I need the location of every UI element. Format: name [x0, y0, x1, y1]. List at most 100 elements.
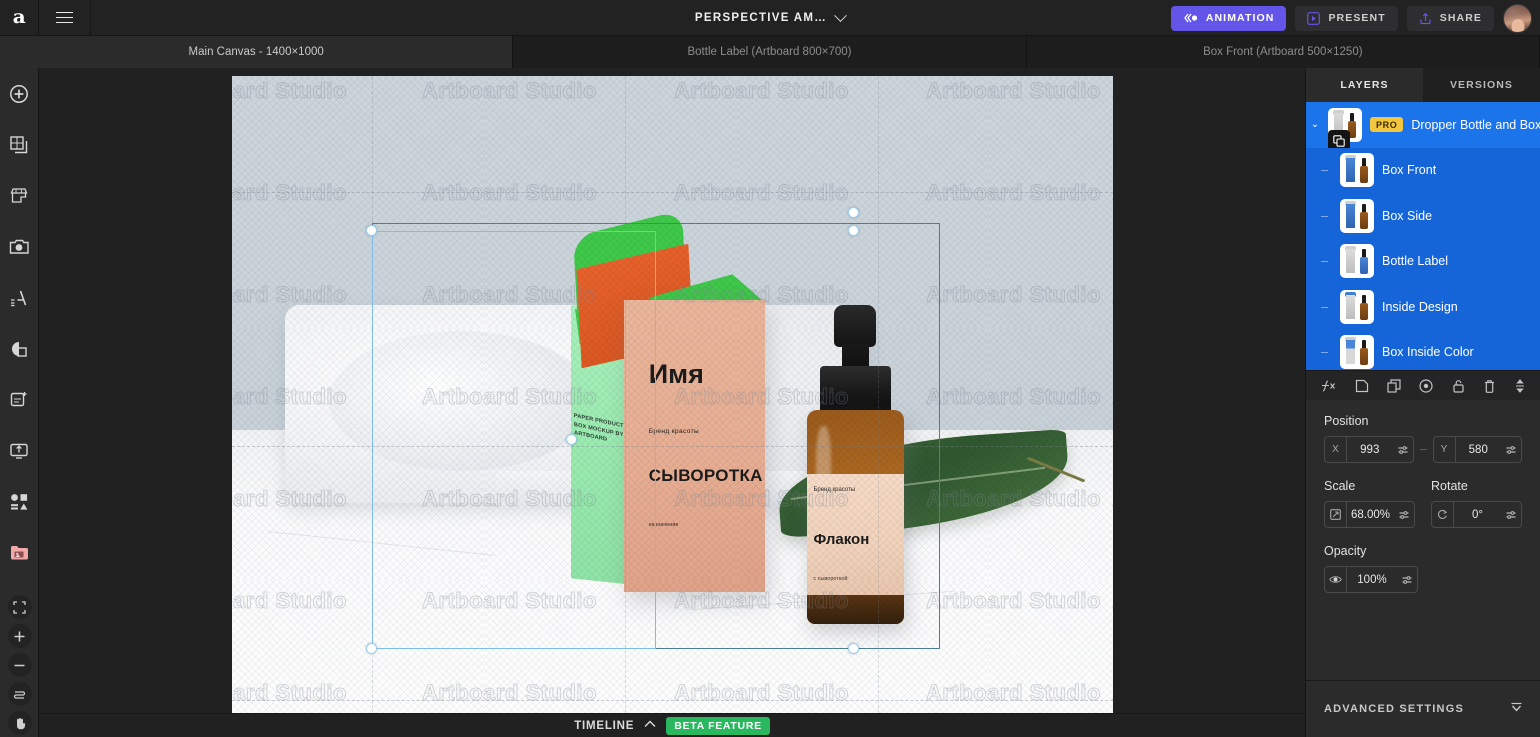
artboard-tab-strip: Main Canvas - 1400×1000 Bottle Label (Ar…	[0, 36, 1540, 68]
present-button[interactable]: PRESENT	[1295, 5, 1398, 31]
sidebar-item-new-page[interactable]	[0, 374, 39, 425]
layer-row[interactable]: Bottle Label	[1306, 238, 1540, 284]
tab-bottle-label[interactable]: Bottle Label (Artboard 800×700)	[513, 36, 1027, 68]
selection-handle-bottom-left[interactable]	[366, 643, 377, 654]
animation-button[interactable]: ANIMATION	[1170, 5, 1287, 31]
layers-list[interactable]: ⌄ PRO Dropper Bottle and Box Box Front B…	[1306, 102, 1540, 370]
zoom-out-button[interactable]	[7, 653, 32, 677]
new-page-icon	[10, 391, 27, 406]
timeline-bar[interactable]: TIMELINE BETA FEATURE	[39, 713, 1305, 737]
stepper-icon[interactable]	[1397, 574, 1417, 586]
canvas-stage[interactable]: PAPER PRODUCT BOX MOCKUP BY ARTBOARD Имя…	[39, 68, 1305, 713]
selection-handle-top-right-2[interactable]	[848, 225, 859, 236]
chevron-down-double-icon[interactable]	[1510, 700, 1523, 718]
duplicate-layer-icon[interactable]	[1387, 378, 1401, 393]
stepper-icon[interactable]	[1501, 444, 1521, 456]
tab-layers-label: LAYERS	[1340, 79, 1389, 91]
sidebar-item-marketplace[interactable]	[0, 170, 39, 221]
top-bar: a PERSPECTIVE AM… ANIMATION PRESENT SHAR…	[0, 0, 1540, 36]
sidebar-item-templates[interactable]	[0, 119, 39, 170]
scene-towel-roll	[328, 330, 594, 471]
chevron-down-icon[interactable]: ⌄	[1310, 119, 1320, 130]
hand-tool-button[interactable]	[7, 711, 32, 735]
app-root: a PERSPECTIVE AM… ANIMATION PRESENT SHAR…	[0, 0, 1540, 737]
avatar[interactable]	[1503, 3, 1532, 33]
selection-handle-middle-left[interactable]	[566, 434, 577, 445]
sidebar-item-shapes[interactable]	[0, 323, 39, 374]
tab-box-front[interactable]: Box Front (Artboard 500×1250)	[1027, 36, 1540, 68]
zoom-in-button[interactable]	[7, 624, 32, 648]
sidebar-item-my-assets[interactable]	[0, 527, 39, 578]
reset-zoom-icon	[13, 690, 26, 699]
opacity-input[interactable]: 100%	[1324, 566, 1418, 593]
reset-zoom-button[interactable]	[7, 682, 32, 706]
mockup-dropper-bottle[interactable]: Бренд красоты Флакон с сывороткой	[800, 305, 910, 624]
layer-toolbar	[1306, 370, 1540, 400]
camera-icon	[9, 239, 29, 254]
sidebar-item-text[interactable]	[0, 272, 39, 323]
position-y-prefix: Y	[1434, 437, 1456, 462]
text-icon	[11, 290, 27, 306]
advanced-settings-row[interactable]: ADVANCED SETTINGS	[1306, 680, 1540, 737]
selection-handle-bottom-center[interactable]	[848, 643, 859, 654]
layer-row[interactable]: Inside Design	[1306, 284, 1540, 330]
position-y-value: 580	[1468, 443, 1488, 456]
box-small-text: назначение	[648, 521, 679, 528]
scale-input[interactable]: 68.00%	[1324, 501, 1416, 528]
delete-icon[interactable]	[1483, 379, 1496, 393]
app-logo[interactable]: a	[0, 0, 39, 36]
scale-label: Scale	[1324, 479, 1356, 493]
resize-handle-icon[interactable]	[1515, 378, 1525, 393]
sidebar-item-add[interactable]	[0, 68, 39, 119]
artboard-studio-logo-icon: a	[12, 6, 26, 28]
stepper-icon[interactable]	[1393, 444, 1413, 456]
sidebar-item-photos[interactable]	[0, 221, 39, 272]
tab-label: Bottle Label (Artboard 800×700)	[687, 46, 852, 58]
lock-icon[interactable]	[1452, 379, 1465, 393]
stepper-icon[interactable]	[1394, 509, 1414, 521]
marketplace-icon	[10, 187, 28, 203]
tab-main-canvas[interactable]: Main Canvas - 1400×1000	[0, 36, 514, 68]
selection-handle-top-right[interactable]	[848, 207, 859, 218]
selection-handle-top-left[interactable]	[366, 225, 377, 236]
layer-thumbnail	[1340, 153, 1374, 188]
chevron-down-icon[interactable]	[834, 8, 847, 22]
box-side-text: PAPER PRODUCT BOX MOCKUP BY ARTBOARD	[574, 413, 625, 444]
box-brand-text: Бренд красоты	[648, 427, 700, 435]
mask-icon[interactable]	[1419, 378, 1434, 393]
timeline-label: TIMELINE	[574, 719, 635, 732]
share-button[interactable]: SHARE	[1406, 5, 1494, 31]
layer-name: Box Inside Color	[1382, 345, 1474, 360]
layer-row[interactable]: Box Front	[1306, 147, 1540, 193]
sidebar-item-upload[interactable]	[0, 425, 39, 476]
left-toolbar	[0, 68, 39, 737]
rotate-label: Rotate	[1431, 479, 1468, 493]
effects-fx-icon[interactable]	[1321, 379, 1336, 393]
opacity-group: Opacity 100%	[1324, 544, 1522, 593]
main-menu-button[interactable]	[39, 0, 91, 36]
sidebar-item-elements[interactable]	[0, 476, 39, 527]
tab-layers[interactable]: LAYERS	[1306, 68, 1423, 102]
shapes-icon	[12, 341, 27, 357]
new-layer-icon[interactable]	[1355, 379, 1369, 393]
hamburger-menu-icon	[56, 11, 73, 24]
fit-screen-button[interactable]	[7, 595, 32, 619]
mockup-box[interactable]: PAPER PRODUCT BOX MOCKUP BY ARTBOARD Имя…	[571, 209, 765, 592]
rotate-input[interactable]: 0°	[1431, 501, 1522, 528]
position-x-input[interactable]: X 993	[1324, 436, 1414, 463]
stepper-icon[interactable]	[1501, 509, 1521, 521]
layer-row[interactable]: Box Side	[1306, 193, 1540, 239]
box-front-face	[623, 300, 765, 592]
properties-panel: Position X 993 Y 580 Scale 68.00% Rotate…	[1306, 400, 1540, 593]
chevron-up-icon[interactable]	[644, 720, 656, 731]
zoom-in-icon	[14, 631, 25, 641]
layer-name: Inside Design	[1382, 299, 1458, 314]
layer-row[interactable]: Box Inside Color	[1306, 329, 1540, 370]
layer-row-group[interactable]: ⌄ PRO Dropper Bottle and Box	[1306, 102, 1540, 152]
bottle-title-text: Флакон	[813, 531, 870, 549]
artboard-main-canvas[interactable]: PAPER PRODUCT BOX MOCKUP BY ARTBOARD Имя…	[232, 76, 1113, 713]
position-x-prefix: X	[1325, 437, 1347, 462]
position-y-input[interactable]: Y 580	[1432, 436, 1522, 463]
page-title[interactable]: PERSPECTIVE AM…	[695, 12, 827, 24]
tab-versions[interactable]: VERSIONS	[1423, 68, 1540, 102]
